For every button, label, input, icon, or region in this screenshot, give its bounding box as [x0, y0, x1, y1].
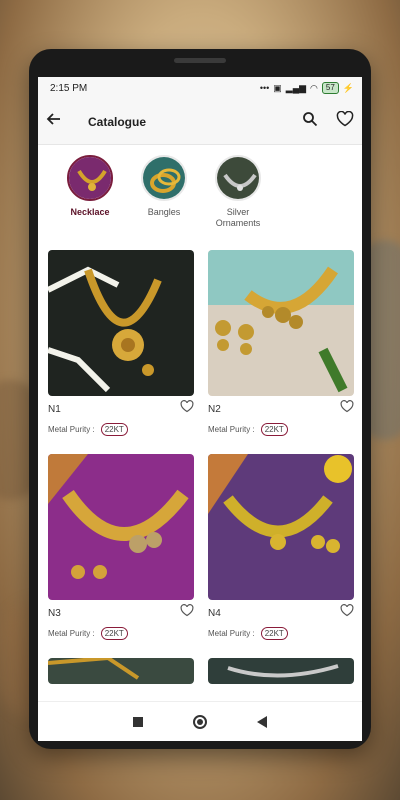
- product-name: N2: [208, 403, 221, 415]
- heart-outline-icon[interactable]: [180, 604, 194, 622]
- necklace-thumbnail: [67, 155, 113, 201]
- battery-icon: 57: [321, 82, 339, 94]
- bangles-thumbnail: [141, 155, 187, 201]
- purity-badge: 22KT: [100, 627, 128, 640]
- status-bar: 2:15 PM ••• ▣ ▂▄▆ ◠ 57 ⚡: [38, 77, 362, 99]
- purity-badge: 22KT: [260, 423, 288, 436]
- status-icons: ••• ▣ ▂▄▆ ◠ 57 ⚡: [260, 82, 354, 94]
- heart-outline-icon[interactable]: [340, 604, 354, 622]
- purity-label: Metal Purity :: [208, 425, 255, 434]
- silver-ornaments-thumbnail: [215, 155, 261, 201]
- product-image[interactable]: [208, 250, 354, 396]
- product-name: N3: [48, 607, 61, 619]
- purity-label: Metal Purity :: [208, 629, 255, 638]
- category-label: Silver Ornaments: [215, 207, 261, 228]
- status-time: 2:15 PM: [50, 82, 88, 94]
- search-icon[interactable]: [302, 111, 318, 132]
- purity-label: Metal Purity :: [48, 629, 95, 638]
- home-circle-icon[interactable]: [193, 714, 207, 729]
- purity-badge: 22KT: [260, 627, 288, 640]
- product-image[interactable]: [208, 454, 354, 600]
- phone-speaker: [174, 58, 226, 63]
- back-triangle-icon[interactable]: [257, 715, 267, 728]
- arrow-left-icon[interactable]: [46, 111, 76, 132]
- category-list: Necklace Bangles Silver Ornaments: [38, 145, 362, 250]
- category-label: Bangles: [147, 207, 181, 217]
- heart-outline-icon[interactable]: [336, 110, 354, 132]
- heart-outline-icon[interactable]: [180, 400, 194, 418]
- category-bangles[interactable]: Bangles: [132, 155, 196, 250]
- product-card[interactable]: N2 Metal Purity : 22KT: [208, 250, 354, 454]
- product-image[interactable]: [48, 250, 194, 396]
- charging-icon: ⚡: [342, 82, 354, 93]
- wifi-icon: ◠: [310, 82, 318, 93]
- product-card[interactable]: N1 Metal Purity : 22KT: [48, 250, 194, 454]
- category-necklace[interactable]: Necklace: [58, 155, 122, 250]
- product-image-partial[interactable]: [48, 658, 194, 684]
- product-card[interactable]: N4 Metal Purity : 22KT: [208, 454, 354, 658]
- app-bar: Catalogue: [38, 99, 362, 145]
- product-image-partial[interactable]: [208, 658, 354, 684]
- product-image[interactable]: [48, 454, 194, 600]
- heart-outline-icon[interactable]: [340, 400, 354, 418]
- phone-screen: 2:15 PM ••• ▣ ▂▄▆ ◠ 57 ⚡ Catalogue Neckl…: [38, 77, 362, 741]
- category-label: Necklace: [70, 207, 110, 217]
- product-name: N4: [208, 607, 221, 619]
- product-name: N1: [48, 403, 61, 415]
- product-card[interactable]: N3 Metal Purity : 22KT: [48, 454, 194, 658]
- phone-frame: 2:15 PM ••• ▣ ▂▄▆ ◠ 57 ⚡ Catalogue Neckl…: [29, 49, 371, 749]
- dots-icon: •••: [259, 83, 270, 93]
- product-grid: N1 Metal Purity : 22KT N2 Metal Purity:…: [38, 250, 362, 684]
- page-title: Catalogue: [88, 114, 147, 129]
- purity-label: Metal Purity :: [48, 425, 95, 434]
- signal-icon: ▂▄▆: [285, 82, 307, 93]
- recents-square-icon[interactable]: [133, 716, 143, 727]
- sim-icon: ▣: [273, 82, 282, 93]
- category-silver-ornaments[interactable]: Silver Ornaments: [206, 155, 270, 250]
- system-nav-bar: [38, 701, 362, 741]
- purity-badge: 22KT: [100, 423, 128, 436]
